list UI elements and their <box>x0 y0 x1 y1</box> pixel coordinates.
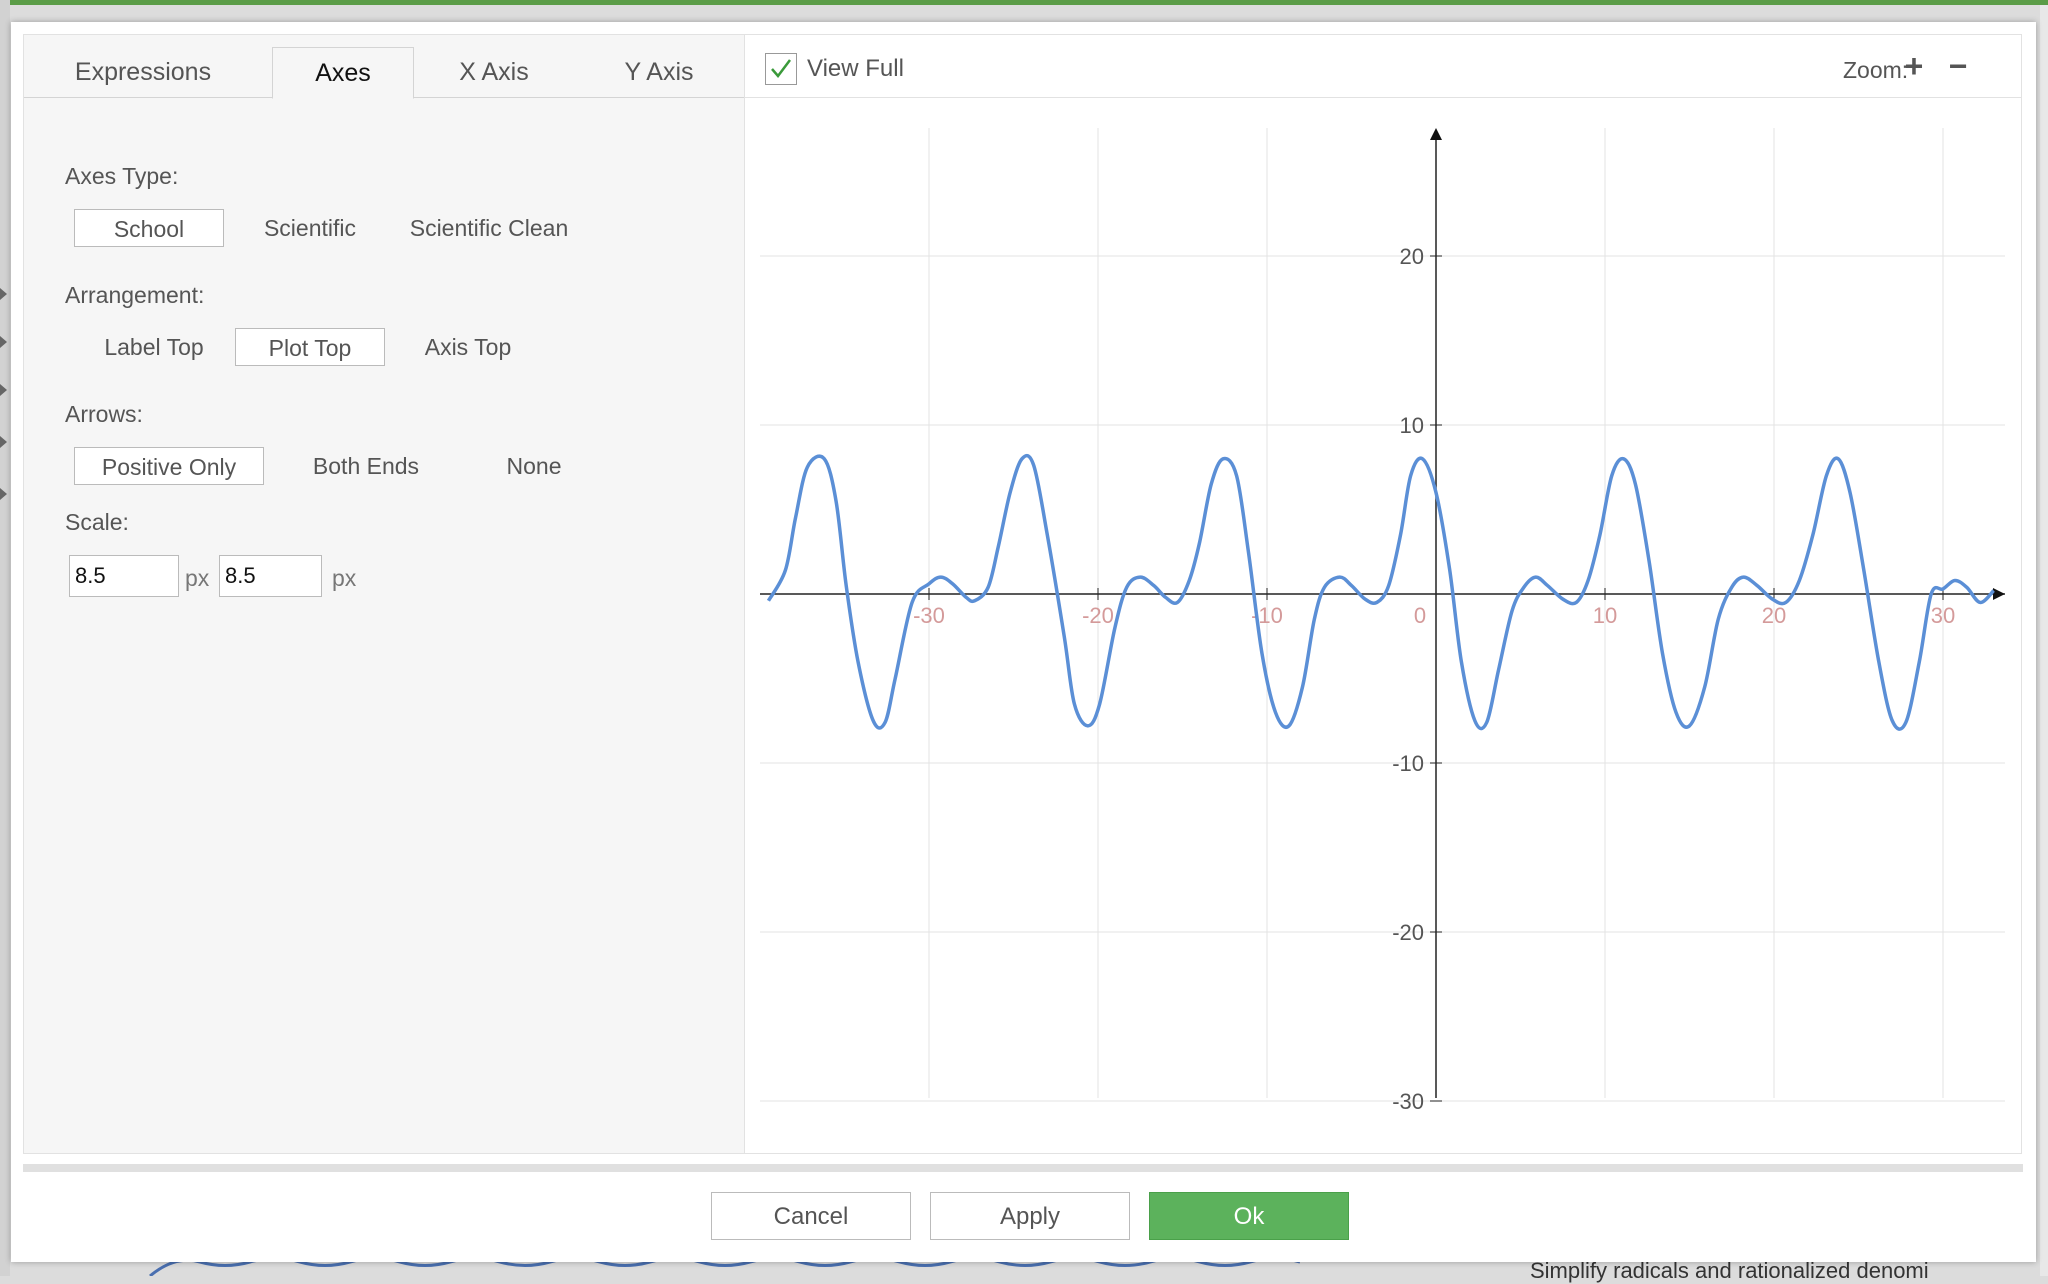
x-tick-label: 30 <box>1931 603 1955 628</box>
settings-tabs: Expressions Axes X Axis Y Axis <box>24 35 756 99</box>
apply-button[interactable]: Apply <box>930 1192 1130 1240</box>
graph-settings-dialog: Expressions Axes X Axis Y Axis Axes Type… <box>11 22 2036 1262</box>
y-axis-arrow-icon <box>1430 128 1442 140</box>
graph-plot[interactable]: -30 -20 -10 0 10 20 302010-10-20-30 <box>745 98 2021 1153</box>
y-tick-label: -20 <box>1392 920 1424 945</box>
x-tick-label: -20 <box>1082 603 1114 628</box>
scale-label: Scale: <box>65 509 129 535</box>
scale-x-input[interactable]: 8.5 <box>69 555 179 597</box>
scale-y-input[interactable]: 8.5 <box>219 555 322 597</box>
arrows-none-option[interactable]: None <box>479 447 589 485</box>
tab-expressions[interactable]: Expressions <box>24 47 262 97</box>
y-tick-label: -30 <box>1392 1089 1424 1114</box>
axes-type-school-option[interactable]: School <box>74 209 224 247</box>
y-tick-label: 10 <box>1400 413 1424 438</box>
ok-button[interactable]: Ok <box>1149 1192 1349 1240</box>
view-full-checkbox[interactable] <box>765 53 797 85</box>
y-tick-label: -10 <box>1392 751 1424 776</box>
function-curve <box>766 453 1995 731</box>
x-tick-label: 0 <box>1414 603 1426 628</box>
scale-x-unit: px <box>185 565 210 591</box>
tab-y-axis[interactable]: Y Axis <box>579 47 739 97</box>
arrangement-plot-top-option[interactable]: Plot Top <box>235 328 385 366</box>
x-tick-label: 10 <box>1593 603 1617 628</box>
scale-y-unit: px <box>332 565 357 591</box>
checkmark-icon <box>771 59 791 78</box>
x-axis-arrow-icon <box>1993 588 2005 600</box>
arrangement-label: Arrangement: <box>65 282 205 308</box>
arrows-positive-only-option[interactable]: Positive Only <box>74 447 264 485</box>
zoom-in-icon[interactable]: + <box>1899 49 1929 83</box>
axes-type-label: Axes Type: <box>65 163 179 189</box>
cancel-button[interactable]: Cancel <box>711 1192 911 1240</box>
arrangement-axis-top-option[interactable]: Axis Top <box>398 328 538 366</box>
view-full-label[interactable]: View Full <box>807 55 904 83</box>
zoom-out-icon[interactable]: − <box>1943 49 1973 83</box>
axes-type-scientific-clean-option[interactable]: Scientific Clean <box>394 209 584 247</box>
x-tick-label: -30 <box>913 603 945 628</box>
settings-panel: Expressions Axes X Axis Y Axis Axes Type… <box>23 34 757 1154</box>
graph-preview-panel: View Full Zoom: + − -30 -20 -10 0 10 20 30 20 10… <box>744 34 2022 1154</box>
tab-axes[interactable]: Axes <box>272 47 414 99</box>
arrows-both-ends-option[interactable]: Both Ends <box>286 447 446 485</box>
preview-toolbar: View Full Zoom: + − <box>745 35 2021 98</box>
arrangement-label-top-option[interactable]: Label Top <box>79 328 229 366</box>
arrows-label: Arrows: <box>65 401 143 427</box>
axes-type-scientific-option[interactable]: Scientific <box>246 209 374 247</box>
y-tick-label: 20 <box>1400 244 1424 269</box>
tab-x-axis[interactable]: X Axis <box>424 47 564 97</box>
x-tick-label: 20 <box>1762 603 1786 628</box>
horizontal-scrollbar[interactable] <box>23 1164 2023 1172</box>
